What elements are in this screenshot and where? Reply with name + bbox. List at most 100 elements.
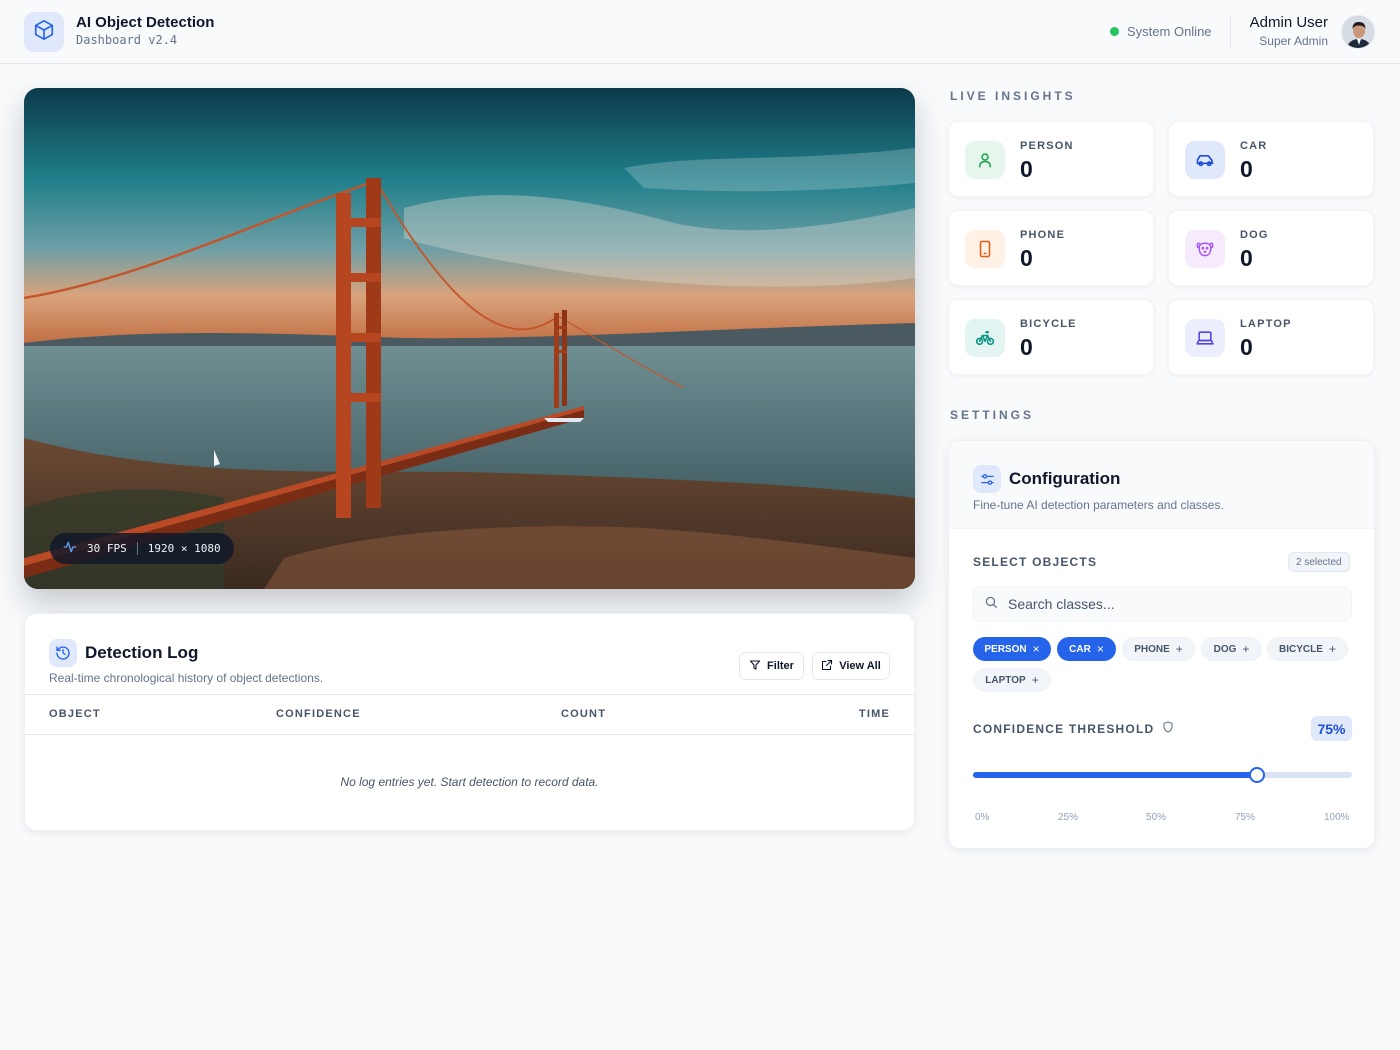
stat-value: 0: [1020, 245, 1033, 271]
threshold-label-text: CONFIDENCE THRESHOLD: [973, 721, 1155, 736]
chip-label: BICYCLE: [1279, 643, 1323, 655]
logo: [24, 12, 64, 52]
column-header-count[interactable]: COUNT: [561, 708, 606, 720]
slider-tick-label: 0%: [975, 812, 990, 823]
stat-value: 0: [1240, 334, 1253, 360]
status-dot-icon: [1110, 27, 1119, 36]
chip-label: PHONE: [1134, 643, 1170, 655]
stat-label: BICYCLE: [1020, 318, 1077, 330]
selected-count-badge: 2 selected: [1288, 552, 1350, 572]
stat-card-bicycle[interactable]: BICYCLE 0: [948, 299, 1154, 375]
filter-button[interactable]: Filter: [739, 652, 804, 680]
top-header: AI Object Detection Dashboard v2.4 Syste…: [0, 0, 1400, 64]
stat-label: PHONE: [1020, 229, 1066, 241]
confidence-slider[interactable]: [973, 767, 1352, 783]
stat-value: 0: [1020, 156, 1033, 182]
user-role: Super Admin: [1259, 34, 1328, 48]
phone-icon: [965, 230, 1005, 268]
stat-label: DOG: [1240, 229, 1269, 241]
sliders-icon: [973, 465, 1001, 493]
view-all-label: View All: [839, 660, 881, 672]
stat-value: 0: [1020, 334, 1033, 360]
stat-card-dog[interactable]: DOG 0: [1168, 210, 1374, 286]
filter-icon: [749, 659, 761, 674]
chip-label: LAPTOP: [985, 674, 1026, 686]
user-name[interactable]: Admin User: [1250, 14, 1328, 31]
person-icon: [965, 141, 1005, 179]
badge-divider: [136, 542, 138, 555]
close-icon[interactable]: ×: [1097, 642, 1104, 656]
slider-thumb[interactable]: [1249, 767, 1266, 783]
filter-label: Filter: [767, 660, 794, 672]
status-text: System Online: [1127, 24, 1212, 39]
activity-icon: [63, 540, 77, 557]
bicycle-icon: [965, 319, 1005, 357]
fps-value: 30 FPS: [87, 542, 127, 555]
plus-icon[interactable]: +: [1329, 642, 1336, 656]
slider-tick-label: 25%: [1058, 812, 1079, 823]
stat-card-phone[interactable]: PHONE 0: [948, 210, 1154, 286]
chip-dog[interactable]: DOG +: [1201, 637, 1262, 661]
log-subtitle: Real-time chronological history of objec…: [49, 671, 324, 685]
plus-icon[interactable]: +: [1032, 673, 1039, 687]
slider-tick-label: 75%: [1235, 812, 1256, 823]
chip-bicycle[interactable]: BICYCLE +: [1267, 637, 1348, 661]
chip-person[interactable]: PERSON ×: [973, 637, 1051, 661]
live-insights-heading: LIVE INSIGHTS: [950, 89, 1076, 103]
chip-label: CAR: [1069, 643, 1091, 655]
slider-tick-label: 50%: [1146, 812, 1167, 823]
config-subtitle: Fine-tune AI detection parameters and cl…: [973, 498, 1224, 512]
history-icon: [49, 639, 77, 667]
chip-label: DOG: [1213, 643, 1237, 655]
log-title: Detection Log: [85, 643, 199, 662]
header-divider: [1230, 15, 1231, 49]
plus-icon[interactable]: +: [1176, 642, 1183, 656]
configuration-panel: Configuration Fine-tune AI detection par…: [948, 440, 1375, 849]
stat-label: CAR: [1240, 140, 1268, 152]
column-header-time[interactable]: TIME: [859, 708, 890, 720]
chip-label: PERSON: [984, 643, 1027, 655]
laptop-icon: [1185, 319, 1225, 357]
log-table-header: OBJECT CONFIDENCE COUNT TIME: [25, 694, 914, 735]
app-version: Dashboard v2.4: [76, 33, 178, 47]
stat-value: 0: [1240, 245, 1253, 271]
view-all-button[interactable]: View All: [812, 652, 890, 680]
stat-card-car[interactable]: CAR 0: [1168, 121, 1374, 197]
avatar[interactable]: [1341, 15, 1375, 49]
dog-icon: [1185, 230, 1225, 268]
threshold-value-badge: 75%: [1311, 716, 1352, 741]
configuration-header: Configuration Fine-tune AI detection par…: [949, 441, 1374, 529]
plus-icon[interactable]: +: [1242, 642, 1249, 656]
config-title: Configuration: [1009, 469, 1121, 488]
log-empty-state: No log entries yet. Start detection to r…: [340, 775, 599, 789]
column-header-confidence[interactable]: CONFIDENCE: [276, 708, 361, 720]
resolution-value: 1920 × 1080: [147, 542, 221, 555]
cube-icon: [33, 19, 55, 46]
video-feed[interactable]: 30 FPS 1920 × 1080: [24, 88, 915, 589]
external-link-icon: [821, 659, 833, 674]
shield-icon: [1162, 721, 1174, 736]
stat-value: 0: [1240, 156, 1253, 182]
chip-laptop[interactable]: LAPTOP +: [973, 668, 1051, 692]
column-header-object[interactable]: OBJECT: [49, 708, 101, 720]
settings-heading: SETTINGS: [950, 408, 1035, 422]
chip-phone[interactable]: PHONE +: [1122, 637, 1195, 661]
search-input[interactable]: [1008, 596, 1338, 612]
slider-tick-label: 100%: [1324, 812, 1350, 823]
car-icon: [1185, 141, 1225, 179]
stat-label: PERSON: [1020, 140, 1074, 152]
class-search[interactable]: [973, 586, 1352, 622]
system-status: System Online: [1110, 24, 1212, 39]
bridge-scene-image: [24, 88, 915, 589]
stat-label: LAPTOP: [1240, 318, 1292, 330]
detection-log-panel: Detection Log Real-time chronological hi…: [24, 613, 915, 831]
stat-card-person[interactable]: PERSON 0: [948, 121, 1154, 197]
close-icon[interactable]: ×: [1033, 642, 1040, 656]
app-title: AI Object Detection: [76, 14, 215, 31]
stat-card-laptop[interactable]: LAPTOP 0: [1168, 299, 1374, 375]
confidence-threshold-label: CONFIDENCE THRESHOLD: [973, 721, 1174, 736]
search-icon: [984, 595, 998, 614]
chip-car[interactable]: CAR ×: [1057, 637, 1116, 661]
stream-info-badge: 30 FPS 1920 × 1080: [50, 533, 234, 564]
select-objects-label: SELECT OBJECTS: [973, 555, 1098, 569]
